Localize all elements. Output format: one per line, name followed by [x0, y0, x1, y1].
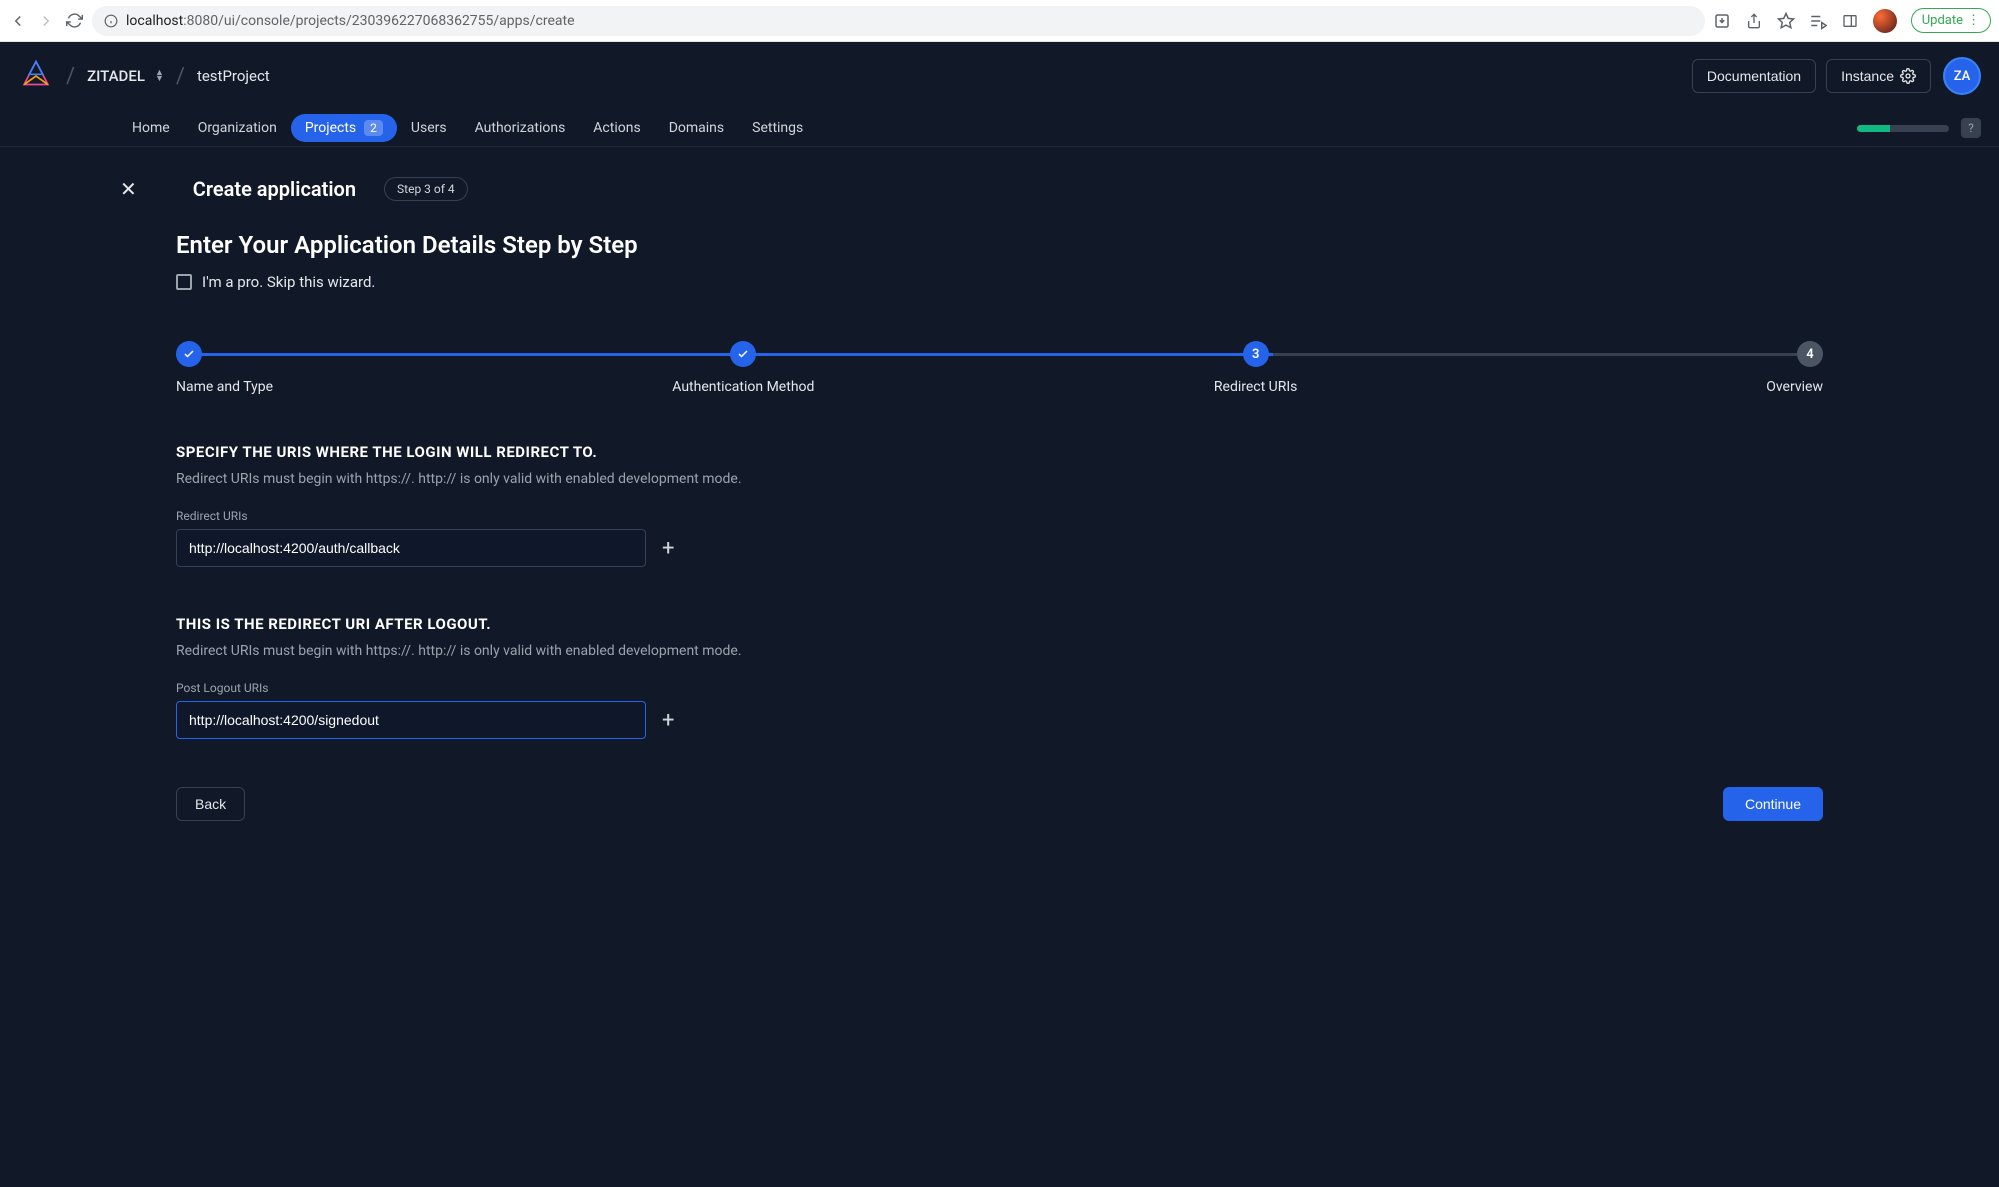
skip-wizard-label: I'm a pro. Skip this wizard. — [202, 273, 375, 291]
tab-domains[interactable]: Domains — [655, 110, 738, 146]
tab-authorizations[interactable]: Authorizations — [461, 110, 580, 146]
breadcrumb-separator: / — [66, 64, 75, 89]
chevron-updown-icon: ▲▼ — [155, 70, 164, 82]
url-bar[interactable]: localhost:8080/ui/console/projects/23039… — [92, 6, 1705, 36]
panel-icon[interactable] — [1841, 12, 1859, 30]
logout-section-title: THIS IS THE REDIRECT URI AFTER LOGOUT. — [176, 615, 1823, 633]
redirect-uri-input[interactable] — [176, 529, 646, 567]
instance-button[interactable]: Instance — [1826, 59, 1931, 93]
update-label: Update — [1922, 13, 1963, 28]
page-subtitle: Enter Your Application Details Step by S… — [176, 231, 1879, 259]
step-4: 4 Overview — [1713, 341, 1823, 395]
step-3[interactable]: 3 Redirect URIs — [1201, 341, 1311, 395]
user-avatar[interactable]: ZA — [1943, 57, 1981, 95]
close-icon[interactable]: ✕ — [120, 177, 137, 201]
tab-actions[interactable]: Actions — [579, 110, 654, 146]
breadcrumb-separator: / — [176, 64, 185, 89]
tab-projects[interactable]: Projects 2 — [291, 114, 397, 142]
tab-settings[interactable]: Settings — [738, 110, 817, 146]
redirect-section-title: SPECIFY THE URIS WHERE THE LOGIN WILL RE… — [176, 443, 1823, 461]
check-icon — [730, 341, 756, 367]
step-1[interactable]: Name and Type — [176, 341, 286, 395]
documentation-button[interactable]: Documentation — [1692, 59, 1816, 93]
back-button[interactable]: Back — [176, 787, 245, 821]
org-name: ZITADEL — [87, 67, 145, 85]
browser-refresh-icon[interactable] — [64, 11, 84, 31]
skip-wizard-row[interactable]: I'm a pro. Skip this wizard. — [176, 273, 1879, 291]
org-selector[interactable]: ZITADEL ▲▼ — [87, 67, 164, 85]
step-number: 3 — [1243, 341, 1269, 367]
post-logout-uris-label: Post Logout URIs — [176, 681, 1823, 695]
gear-icon — [1900, 68, 1916, 84]
redirect-section-desc: Redirect URIs must begin with https://. … — [176, 471, 1823, 487]
info-icon — [104, 14, 118, 28]
browser-back-icon[interactable] — [8, 11, 28, 31]
update-button[interactable]: Update ⋮ — [1911, 8, 1991, 33]
add-post-logout-uri-button[interactable]: + — [662, 708, 674, 733]
onboarding-progress — [1857, 125, 1949, 132]
skip-wizard-checkbox[interactable] — [176, 274, 192, 290]
help-button[interactable]: ? — [1961, 118, 1981, 138]
continue-button[interactable]: Continue — [1723, 787, 1823, 821]
install-icon[interactable] — [1713, 12, 1731, 30]
step-indicator: Step 3 of 4 — [384, 177, 468, 201]
post-logout-uri-input[interactable] — [176, 701, 646, 739]
share-icon[interactable] — [1745, 12, 1763, 30]
app-logo-icon[interactable] — [18, 58, 54, 94]
playlist-icon[interactable] — [1809, 12, 1827, 30]
tab-organization[interactable]: Organization — [184, 110, 291, 146]
bookmark-icon[interactable] — [1777, 12, 1795, 30]
project-name[interactable]: testProject — [197, 67, 270, 85]
check-icon — [176, 341, 202, 367]
step-2[interactable]: Authentication Method — [688, 341, 798, 395]
page-title: Create application — [193, 177, 356, 201]
browser-forward-icon — [36, 11, 56, 31]
tab-users[interactable]: Users — [397, 110, 461, 146]
add-redirect-uri-button[interactable]: + — [662, 536, 674, 561]
menu-dots-icon: ⋮ — [1967, 13, 1980, 28]
tab-home[interactable]: Home — [118, 110, 184, 146]
url-path: :8080/ui/console/projects/23039622706836… — [183, 13, 574, 29]
step-number: 4 — [1797, 341, 1823, 367]
logout-section-desc: Redirect URIs must begin with https://. … — [176, 643, 1823, 659]
projects-count-badge: 2 — [364, 120, 383, 136]
profile-avatar-icon[interactable] — [1873, 9, 1897, 33]
url-host: localhost — [126, 13, 183, 29]
redirect-uris-label: Redirect URIs — [176, 509, 1823, 523]
